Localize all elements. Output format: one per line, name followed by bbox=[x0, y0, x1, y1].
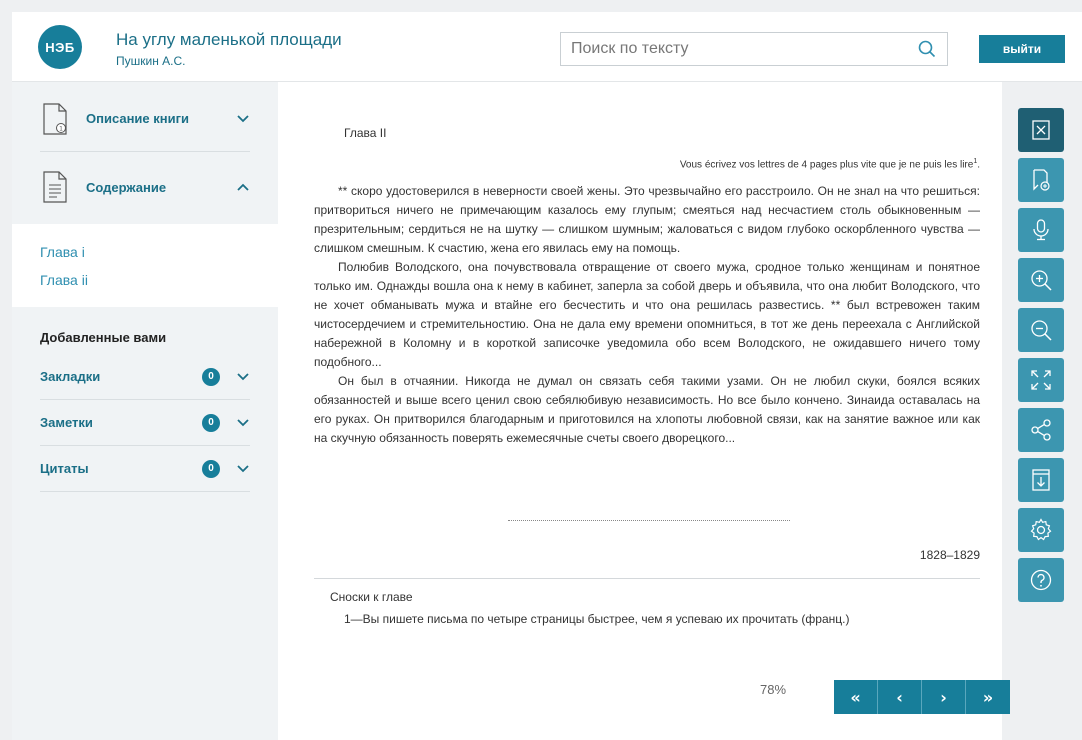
quotes-label: Цитаты bbox=[40, 461, 89, 476]
reading-progress: 78% bbox=[760, 682, 787, 697]
footnote-1: 1—Вы пишете письма по четыре страницы бы… bbox=[344, 612, 850, 626]
notes-toggle[interactable]: Заметки 0 bbox=[40, 400, 250, 446]
fullscreen-button[interactable] bbox=[1018, 358, 1064, 402]
quotes-toggle[interactable]: Цитаты 0 bbox=[40, 446, 250, 492]
years-written: 1828–1829 bbox=[919, 548, 980, 562]
epigraph-text: Vous écrivez vos lettres de 4 pages plus… bbox=[679, 159, 974, 171]
paragraph: Он был в отчаянии. Никогда не думал он с… bbox=[314, 374, 980, 445]
notes-count-badge: 0 bbox=[202, 413, 220, 432]
book-author: Пушкин А.С. bbox=[116, 54, 186, 68]
close-book-icon bbox=[1032, 120, 1050, 140]
chevron-up-icon bbox=[236, 180, 250, 194]
settings-button[interactable] bbox=[1018, 508, 1064, 552]
zoom-out-icon bbox=[1031, 320, 1052, 341]
voice-button[interactable] bbox=[1018, 208, 1064, 252]
footnotes-divider bbox=[314, 578, 980, 579]
reader-toolbar bbox=[1018, 108, 1064, 608]
book-title: На углу маленькой площади bbox=[116, 30, 342, 49]
sidebar: 1 Описание книги Содержание Глава i Глав… bbox=[12, 82, 278, 740]
last-page-button[interactable]: » bbox=[966, 680, 1010, 714]
paragraph: ** скоро удостоверился в неверности свое… bbox=[314, 184, 980, 255]
paragraph: Полюбив Володского, она почувствовала от… bbox=[314, 260, 980, 369]
bookmarks-toggle[interactable]: Закладки 0 bbox=[40, 354, 250, 400]
chevron-down-icon bbox=[236, 416, 250, 430]
epigraph: Vous écrivez vos lettres de 4 pages plus… bbox=[679, 158, 980, 171]
close-book-button[interactable] bbox=[1018, 108, 1064, 152]
book-description-toggle[interactable]: 1 Описание книги bbox=[40, 86, 250, 152]
chevron-down-icon bbox=[236, 462, 250, 476]
prev-page-button[interactable]: ‹ bbox=[878, 680, 922, 714]
footnotes-title: Сноски к главе bbox=[330, 590, 413, 604]
search-box bbox=[560, 32, 948, 66]
chevron-down-icon bbox=[236, 370, 250, 384]
add-bookmark-icon bbox=[1033, 169, 1050, 191]
search-input[interactable] bbox=[561, 33, 907, 65]
contents-toggle[interactable]: Содержание bbox=[40, 154, 250, 220]
added-by-you-heading: Добавленные вами bbox=[40, 330, 167, 345]
zoom-in-icon bbox=[1031, 270, 1052, 291]
zoom-in-button[interactable] bbox=[1018, 258, 1064, 302]
bookmarks-label: Закладки bbox=[40, 369, 101, 384]
contents-icon bbox=[40, 169, 70, 205]
page-navigation: « ‹ › » bbox=[834, 680, 1010, 714]
chapter-title: Глава II bbox=[344, 126, 387, 140]
first-page-button[interactable]: « bbox=[834, 680, 878, 714]
reader-page: Глава II Vous écrivez vos lettres de 4 p… bbox=[278, 82, 1010, 740]
download-icon bbox=[1032, 469, 1050, 491]
download-button[interactable] bbox=[1018, 458, 1064, 502]
toc-chapter-2[interactable]: Глава ii bbox=[40, 266, 278, 294]
search-icon[interactable] bbox=[907, 33, 947, 65]
share-button[interactable] bbox=[1018, 408, 1064, 452]
book-info-icon: 1 bbox=[40, 101, 70, 137]
chapter-text: ** скоро удостоверился в неверности свое… bbox=[314, 182, 980, 448]
table-of-contents: Глава i Глава ii bbox=[12, 224, 278, 307]
next-page-button[interactable]: › bbox=[922, 680, 966, 714]
notes-label: Заметки bbox=[40, 415, 93, 430]
help-icon bbox=[1030, 569, 1052, 591]
book-description-label: Описание книги bbox=[86, 111, 190, 126]
bookmarks-count-badge: 0 bbox=[202, 367, 220, 386]
quotes-count-badge: 0 bbox=[202, 459, 220, 478]
chevron-down-icon bbox=[236, 112, 250, 126]
contents-label: Содержание bbox=[86, 179, 167, 195]
share-icon bbox=[1031, 419, 1051, 441]
help-button[interactable] bbox=[1018, 558, 1064, 602]
exit-button[interactable]: выйти bbox=[979, 35, 1065, 63]
toc-chapter-1[interactable]: Глава i bbox=[40, 238, 278, 266]
zoom-out-button[interactable] bbox=[1018, 308, 1064, 352]
add-bookmark-button[interactable] bbox=[1018, 158, 1064, 202]
header-bar: НЭБ На углу маленькой площади Пушкин А.С… bbox=[12, 12, 1082, 82]
fullscreen-icon bbox=[1031, 370, 1051, 390]
neb-logo[interactable]: НЭБ bbox=[38, 25, 82, 69]
footnote-ref[interactable]: 1 bbox=[973, 158, 977, 165]
section-separator bbox=[508, 520, 790, 521]
microphone-icon bbox=[1033, 219, 1049, 241]
svg-text:1: 1 bbox=[59, 125, 63, 132]
settings-icon bbox=[1030, 518, 1052, 541]
